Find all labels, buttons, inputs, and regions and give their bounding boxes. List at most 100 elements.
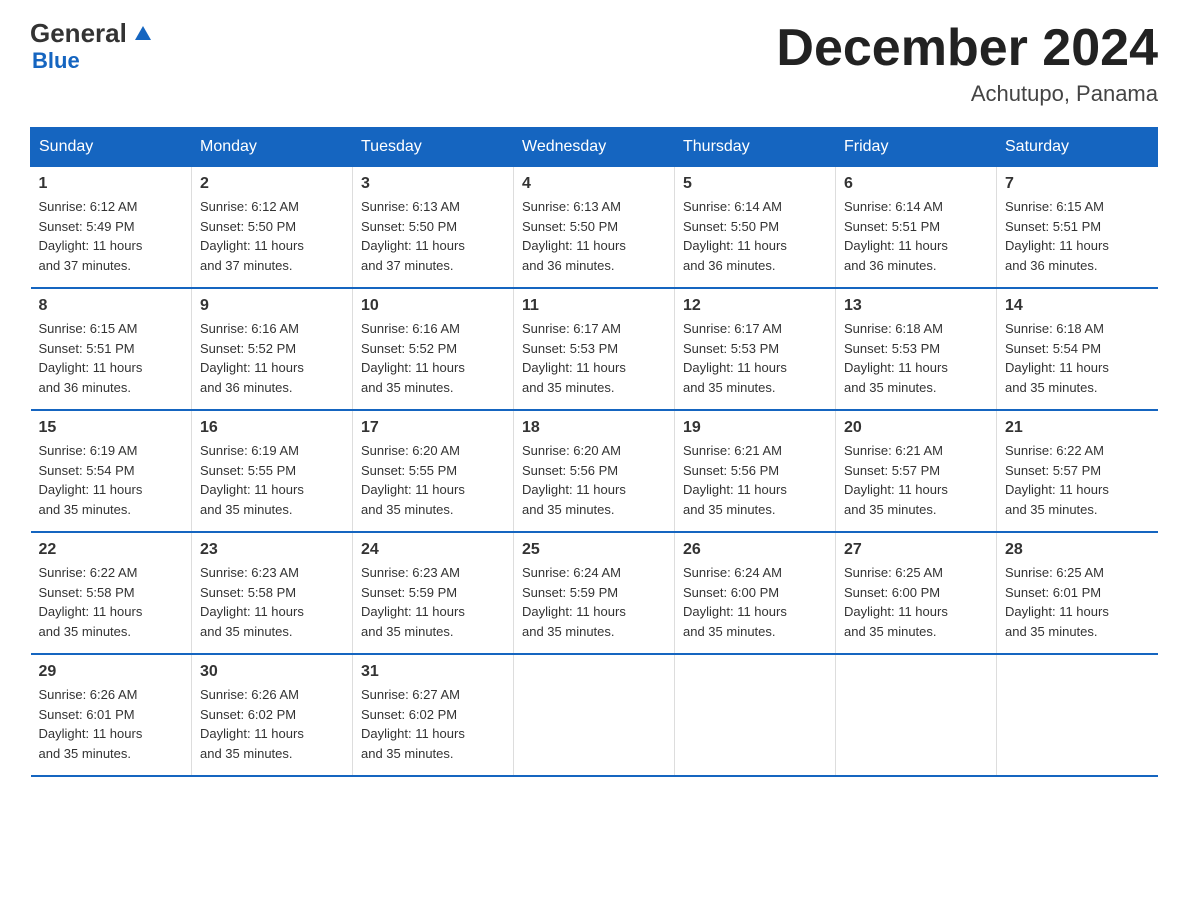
table-row: 24 Sunrise: 6:23 AMSunset: 5:59 PMDaylig… [353,532,514,654]
table-row: 31 Sunrise: 6:27 AMSunset: 6:02 PMDaylig… [353,654,514,776]
day-number: 14 [1005,297,1150,315]
day-number: 15 [39,419,184,437]
day-number: 25 [522,541,666,559]
day-info: Sunrise: 6:25 AMSunset: 6:01 PMDaylight:… [1005,565,1109,639]
table-row: 10 Sunrise: 6:16 AMSunset: 5:52 PMDaylig… [353,288,514,410]
table-row: 8 Sunrise: 6:15 AMSunset: 5:51 PMDayligh… [31,288,192,410]
month-year-title: December 2024 [776,20,1158,77]
header-monday: Monday [192,128,353,167]
day-number: 18 [522,419,666,437]
table-row: 15 Sunrise: 6:19 AMSunset: 5:54 PMDaylig… [31,410,192,532]
table-row: 12 Sunrise: 6:17 AMSunset: 5:53 PMDaylig… [675,288,836,410]
table-row: 29 Sunrise: 6:26 AMSunset: 6:01 PMDaylig… [31,654,192,776]
table-row: 22 Sunrise: 6:22 AMSunset: 5:58 PMDaylig… [31,532,192,654]
calendar-week-row: 8 Sunrise: 6:15 AMSunset: 5:51 PMDayligh… [31,288,1158,410]
logo-blue: Blue [32,48,80,74]
header-friday: Friday [836,128,997,167]
header-sunday: Sunday [31,128,192,167]
day-number: 1 [39,175,184,193]
day-number: 24 [361,541,505,559]
calendar-week-row: 22 Sunrise: 6:22 AMSunset: 5:58 PMDaylig… [31,532,1158,654]
table-row: 28 Sunrise: 6:25 AMSunset: 6:01 PMDaylig… [997,532,1158,654]
day-info: Sunrise: 6:22 AMSunset: 5:57 PMDaylight:… [1005,443,1109,517]
day-info: Sunrise: 6:13 AMSunset: 5:50 PMDaylight:… [522,199,626,273]
day-info: Sunrise: 6:23 AMSunset: 5:58 PMDaylight:… [200,565,304,639]
day-info: Sunrise: 6:26 AMSunset: 6:02 PMDaylight:… [200,687,304,761]
day-info: Sunrise: 6:12 AMSunset: 5:50 PMDaylight:… [200,199,304,273]
day-number: 8 [39,297,184,315]
day-info: Sunrise: 6:20 AMSunset: 5:55 PMDaylight:… [361,443,465,517]
day-number: 13 [844,297,988,315]
day-info: Sunrise: 6:23 AMSunset: 5:59 PMDaylight:… [361,565,465,639]
header-wednesday: Wednesday [514,128,675,167]
table-row: 30 Sunrise: 6:26 AMSunset: 6:02 PMDaylig… [192,654,353,776]
day-number: 23 [200,541,344,559]
day-info: Sunrise: 6:12 AMSunset: 5:49 PMDaylight:… [39,199,143,273]
day-number: 28 [1005,541,1150,559]
table-row: 26 Sunrise: 6:24 AMSunset: 6:00 PMDaylig… [675,532,836,654]
day-number: 11 [522,297,666,315]
table-row: 9 Sunrise: 6:16 AMSunset: 5:52 PMDayligh… [192,288,353,410]
day-info: Sunrise: 6:19 AMSunset: 5:55 PMDaylight:… [200,443,304,517]
day-number: 10 [361,297,505,315]
day-number: 17 [361,419,505,437]
table-row: 3 Sunrise: 6:13 AMSunset: 5:50 PMDayligh… [353,167,514,289]
weekday-header-row: Sunday Monday Tuesday Wednesday Thursday… [31,128,1158,167]
day-info: Sunrise: 6:19 AMSunset: 5:54 PMDaylight:… [39,443,143,517]
table-row: 25 Sunrise: 6:24 AMSunset: 5:59 PMDaylig… [514,532,675,654]
day-number: 29 [39,663,184,681]
day-info: Sunrise: 6:16 AMSunset: 5:52 PMDaylight:… [361,321,465,395]
day-number: 16 [200,419,344,437]
day-number: 22 [39,541,184,559]
day-number: 12 [683,297,827,315]
day-number: 27 [844,541,988,559]
day-number: 6 [844,175,988,193]
header-tuesday: Tuesday [353,128,514,167]
day-number: 19 [683,419,827,437]
day-info: Sunrise: 6:21 AMSunset: 5:57 PMDaylight:… [844,443,948,517]
table-row: 18 Sunrise: 6:20 AMSunset: 5:56 PMDaylig… [514,410,675,532]
day-info: Sunrise: 6:17 AMSunset: 5:53 PMDaylight:… [683,321,787,395]
title-block: December 2024 Achutupo, Panama [776,20,1158,107]
day-number: 30 [200,663,344,681]
logo: General Blue [30,20,157,74]
day-number: 21 [1005,419,1150,437]
calendar-table: Sunday Monday Tuesday Wednesday Thursday… [30,127,1158,777]
day-info: Sunrise: 6:20 AMSunset: 5:56 PMDaylight:… [522,443,626,517]
table-row: 4 Sunrise: 6:13 AMSunset: 5:50 PMDayligh… [514,167,675,289]
table-row: 11 Sunrise: 6:17 AMSunset: 5:53 PMDaylig… [514,288,675,410]
table-row: 21 Sunrise: 6:22 AMSunset: 5:57 PMDaylig… [997,410,1158,532]
day-number: 31 [361,663,505,681]
table-row: 7 Sunrise: 6:15 AMSunset: 5:51 PMDayligh… [997,167,1158,289]
day-number: 2 [200,175,344,193]
day-info: Sunrise: 6:25 AMSunset: 6:00 PMDaylight:… [844,565,948,639]
table-row [514,654,675,776]
table-row: 23 Sunrise: 6:23 AMSunset: 5:58 PMDaylig… [192,532,353,654]
logo-general: General [30,20,127,46]
day-info: Sunrise: 6:17 AMSunset: 5:53 PMDaylight:… [522,321,626,395]
day-info: Sunrise: 6:24 AMSunset: 6:00 PMDaylight:… [683,565,787,639]
table-row: 2 Sunrise: 6:12 AMSunset: 5:50 PMDayligh… [192,167,353,289]
day-number: 7 [1005,175,1150,193]
calendar-week-row: 1 Sunrise: 6:12 AMSunset: 5:49 PMDayligh… [31,167,1158,289]
day-number: 9 [200,297,344,315]
day-number: 4 [522,175,666,193]
calendar-week-row: 29 Sunrise: 6:26 AMSunset: 6:01 PMDaylig… [31,654,1158,776]
day-info: Sunrise: 6:27 AMSunset: 6:02 PMDaylight:… [361,687,465,761]
calendar-week-row: 15 Sunrise: 6:19 AMSunset: 5:54 PMDaylig… [31,410,1158,532]
day-info: Sunrise: 6:15 AMSunset: 5:51 PMDaylight:… [1005,199,1109,273]
table-row: 17 Sunrise: 6:20 AMSunset: 5:55 PMDaylig… [353,410,514,532]
table-row: 27 Sunrise: 6:25 AMSunset: 6:00 PMDaylig… [836,532,997,654]
day-info: Sunrise: 6:24 AMSunset: 5:59 PMDaylight:… [522,565,626,639]
day-number: 3 [361,175,505,193]
day-number: 20 [844,419,988,437]
day-info: Sunrise: 6:15 AMSunset: 5:51 PMDaylight:… [39,321,143,395]
day-info: Sunrise: 6:21 AMSunset: 5:56 PMDaylight:… [683,443,787,517]
table-row: 13 Sunrise: 6:18 AMSunset: 5:53 PMDaylig… [836,288,997,410]
table-row [997,654,1158,776]
header-thursday: Thursday [675,128,836,167]
day-info: Sunrise: 6:26 AMSunset: 6:01 PMDaylight:… [39,687,143,761]
table-row: 20 Sunrise: 6:21 AMSunset: 5:57 PMDaylig… [836,410,997,532]
table-row [675,654,836,776]
table-row [836,654,997,776]
